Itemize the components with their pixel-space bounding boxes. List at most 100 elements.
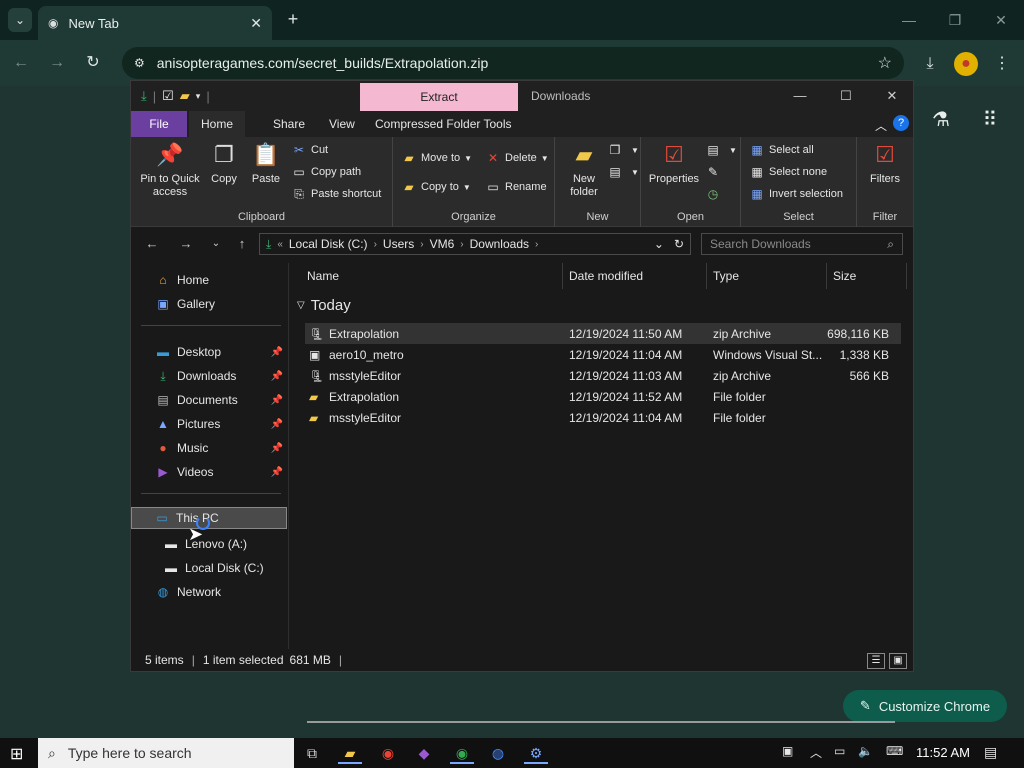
downloads-icon[interactable]: ⤓ [918, 52, 942, 76]
address-bar[interactable]: ⤓ « Local Disk (C:) › Users › VM6 › Downloa… [259, 233, 691, 255]
tab-view[interactable]: View [317, 111, 367, 137]
labs-flask-icon[interactable]: ⚗ [928, 107, 954, 133]
reload-icon[interactable]: ↻ [80, 50, 106, 76]
keyboard-icon[interactable]: ⌨ [886, 744, 903, 758]
notifications-icon[interactable]: ▤ [984, 744, 997, 761]
filters-button[interactable]: ☑ Filters [861, 141, 909, 186]
up-arrow-icon[interactable]: ↑ [231, 235, 253, 253]
crumb-local-disk[interactable]: Local Disk (C:) [289, 237, 368, 251]
profile-avatar[interactable]: ● [954, 52, 978, 76]
nav-local-disk[interactable]: ▬ Local Disk (C:) [131, 557, 287, 579]
nav-videos[interactable]: ▶ Videos 📌 [131, 461, 287, 483]
qat-dropdown-icon[interactable]: ▾ [196, 91, 201, 102]
column-type[interactable]: Type [707, 263, 827, 289]
nav-documents[interactable]: ▤ Documents 📌 [131, 389, 287, 411]
nav-pictures[interactable]: ▲ Pictures 📌 [131, 413, 287, 435]
large-icons-view-icon[interactable]: ▣ [889, 653, 907, 669]
apps-grid-icon[interactable]: ⠿ [977, 107, 1003, 133]
recent-locations-icon[interactable]: ⌄ [205, 235, 227, 253]
file-row[interactable]: ▣ aero10_metro 12/19/2024 11:04 AM Windo… [305, 344, 901, 365]
copy-to-button[interactable]: ▰ Copy to ▼ [401, 178, 470, 196]
explorer-maximize-button[interactable]: ☐ [831, 85, 861, 107]
nav-music[interactable]: ● Music 📌 [131, 437, 287, 459]
history-button[interactable]: ◷ [705, 185, 725, 203]
easy-access-button[interactable]: ▤ ▼ [607, 163, 639, 181]
pin-icon[interactable]: 📌 [271, 371, 283, 382]
pin-to-quick-access-button[interactable]: 📌 Pin to Quick access [137, 141, 203, 199]
help-icon[interactable]: ? [893, 115, 909, 131]
pin-icon[interactable]: 📌 [271, 347, 283, 358]
file-row[interactable]: 🗜 Extrapolation 12/19/2024 11:50 AM zip … [305, 323, 901, 344]
volume-muted-icon[interactable]: 🔈 [858, 744, 873, 758]
visual-studio-taskbar-icon[interactable]: ◆ [412, 742, 436, 764]
chrome-tab[interactable]: ◉ New Tab ✕ [38, 6, 272, 40]
select-all-button[interactable]: ▦ Select all [749, 141, 813, 159]
refresh-icon[interactable]: ↻ [674, 237, 684, 251]
collapse-ribbon-icon[interactable]: ︿ [875, 117, 887, 134]
forward-icon[interactable]: → [44, 50, 70, 76]
paste-button[interactable]: 📋 Paste [247, 141, 285, 186]
paste-shortcut-button[interactable]: ⎘ Paste shortcut [291, 185, 381, 203]
minimize-button[interactable]: — [894, 8, 924, 32]
pin-icon[interactable]: 📌 [271, 443, 283, 454]
back-icon[interactable]: ← [8, 50, 34, 76]
nav-downloads[interactable]: ⤓ Downloads 📌 [131, 365, 287, 387]
group-header-today[interactable]: ▽ Today [297, 297, 351, 314]
tab-file[interactable]: File [131, 111, 187, 137]
tray-app-icon[interactable]: ▣ [782, 744, 793, 758]
nav-home[interactable]: ⌂ Home [131, 269, 287, 291]
forward-arrow-icon[interactable]: → [175, 235, 197, 253]
crumb-users[interactable]: Users [383, 237, 414, 251]
file-row[interactable]: ▰ msstyleEditor 12/19/2024 11:04 AM File… [305, 407, 901, 428]
taskbar-clock[interactable]: 11:52 AM [916, 745, 970, 760]
properties-button[interactable]: ☑ Properties [647, 141, 701, 186]
explorer-close-button[interactable]: ✕ [877, 85, 907, 107]
taskbar-search-box[interactable]: ⌕ Type here to search [38, 738, 294, 768]
tab-compressed-folder-tools[interactable]: Compressed Folder Tools [363, 111, 524, 137]
crumb-downloads[interactable]: Downloads [470, 237, 529, 251]
windows-start-icon[interactable]: ⊞ [10, 744, 23, 764]
move-to-button[interactable]: ▰ Move to ▼ [401, 149, 472, 167]
horizontal-scrollbar[interactable] [307, 721, 895, 723]
address-dropdown-icon[interactable]: ⌄ [654, 237, 664, 251]
column-name[interactable]: Name [291, 263, 563, 289]
nav-desktop[interactable]: ▬ Desktop 📌 [131, 341, 287, 363]
folder-icon[interactable]: ▰ [180, 88, 190, 104]
site-info-icon[interactable]: ⚙ [134, 56, 145, 70]
invert-selection-button[interactable]: ▦ Invert selection [749, 185, 843, 203]
tab-search-button[interactable]: ⌄ [8, 8, 32, 32]
details-view-icon[interactable]: ☰ [867, 653, 885, 669]
edit-button[interactable]: ✎ [705, 163, 725, 181]
rename-button[interactable]: ▭ Rename [485, 178, 546, 196]
nav-lenovo-drive[interactable]: ▬ Lenovo (A:) [131, 533, 287, 555]
show-hidden-icons-icon[interactable]: ︿ [810, 744, 822, 761]
chrome-beta-taskbar-icon[interactable]: ◉ [450, 742, 474, 764]
delete-button[interactable]: ✕ Delete ▼ [485, 149, 549, 167]
search-box[interactable]: Search Downloads ⌕ [701, 233, 903, 255]
settings-gear-taskbar-icon[interactable]: ⚙ [524, 742, 548, 764]
close-tab-icon[interactable]: ✕ [250, 15, 262, 32]
close-window-button[interactable]: ✕ [986, 8, 1016, 32]
new-tab-button[interactable]: + [282, 8, 304, 30]
bookmark-star-icon[interactable]: ☆ [878, 53, 892, 73]
tab-home[interactable]: Home [189, 111, 246, 137]
properties-check-icon[interactable]: ☑ [162, 88, 174, 104]
firefox-taskbar-icon[interactable]: ◍ [486, 742, 510, 764]
new-folder-button[interactable]: ▰ New folder [563, 141, 605, 199]
task-view-icon[interactable]: ⧉ [300, 742, 324, 764]
nav-gallery[interactable]: ▣ Gallery [131, 293, 287, 315]
network-tray-icon[interactable]: ▭ [834, 744, 845, 758]
pin-icon[interactable]: 📌 [271, 419, 283, 430]
restore-button[interactable]: ❐ [940, 8, 970, 32]
customize-chrome-button[interactable]: ✎ Customize Chrome [843, 690, 1007, 722]
copy-button[interactable]: ❐ Copy [207, 141, 241, 186]
open-button[interactable]: ▤ ▼ [705, 141, 737, 159]
crumb-vm6[interactable]: VM6 [430, 237, 455, 251]
file-row[interactable]: ▰ Extrapolation 12/19/2024 11:52 AM File… [305, 386, 901, 407]
column-size[interactable]: Size [827, 263, 907, 289]
chrome-taskbar-icon[interactable]: ◉ [376, 742, 400, 764]
nav-network[interactable]: ◍ Network [131, 581, 287, 603]
extract-context-tab[interactable]: Extract [360, 83, 518, 111]
file-row[interactable]: 🗜 msstyleEditor 12/19/2024 11:03 AM zip … [305, 365, 901, 386]
new-item-button[interactable]: ❐ ▼ [607, 141, 639, 159]
